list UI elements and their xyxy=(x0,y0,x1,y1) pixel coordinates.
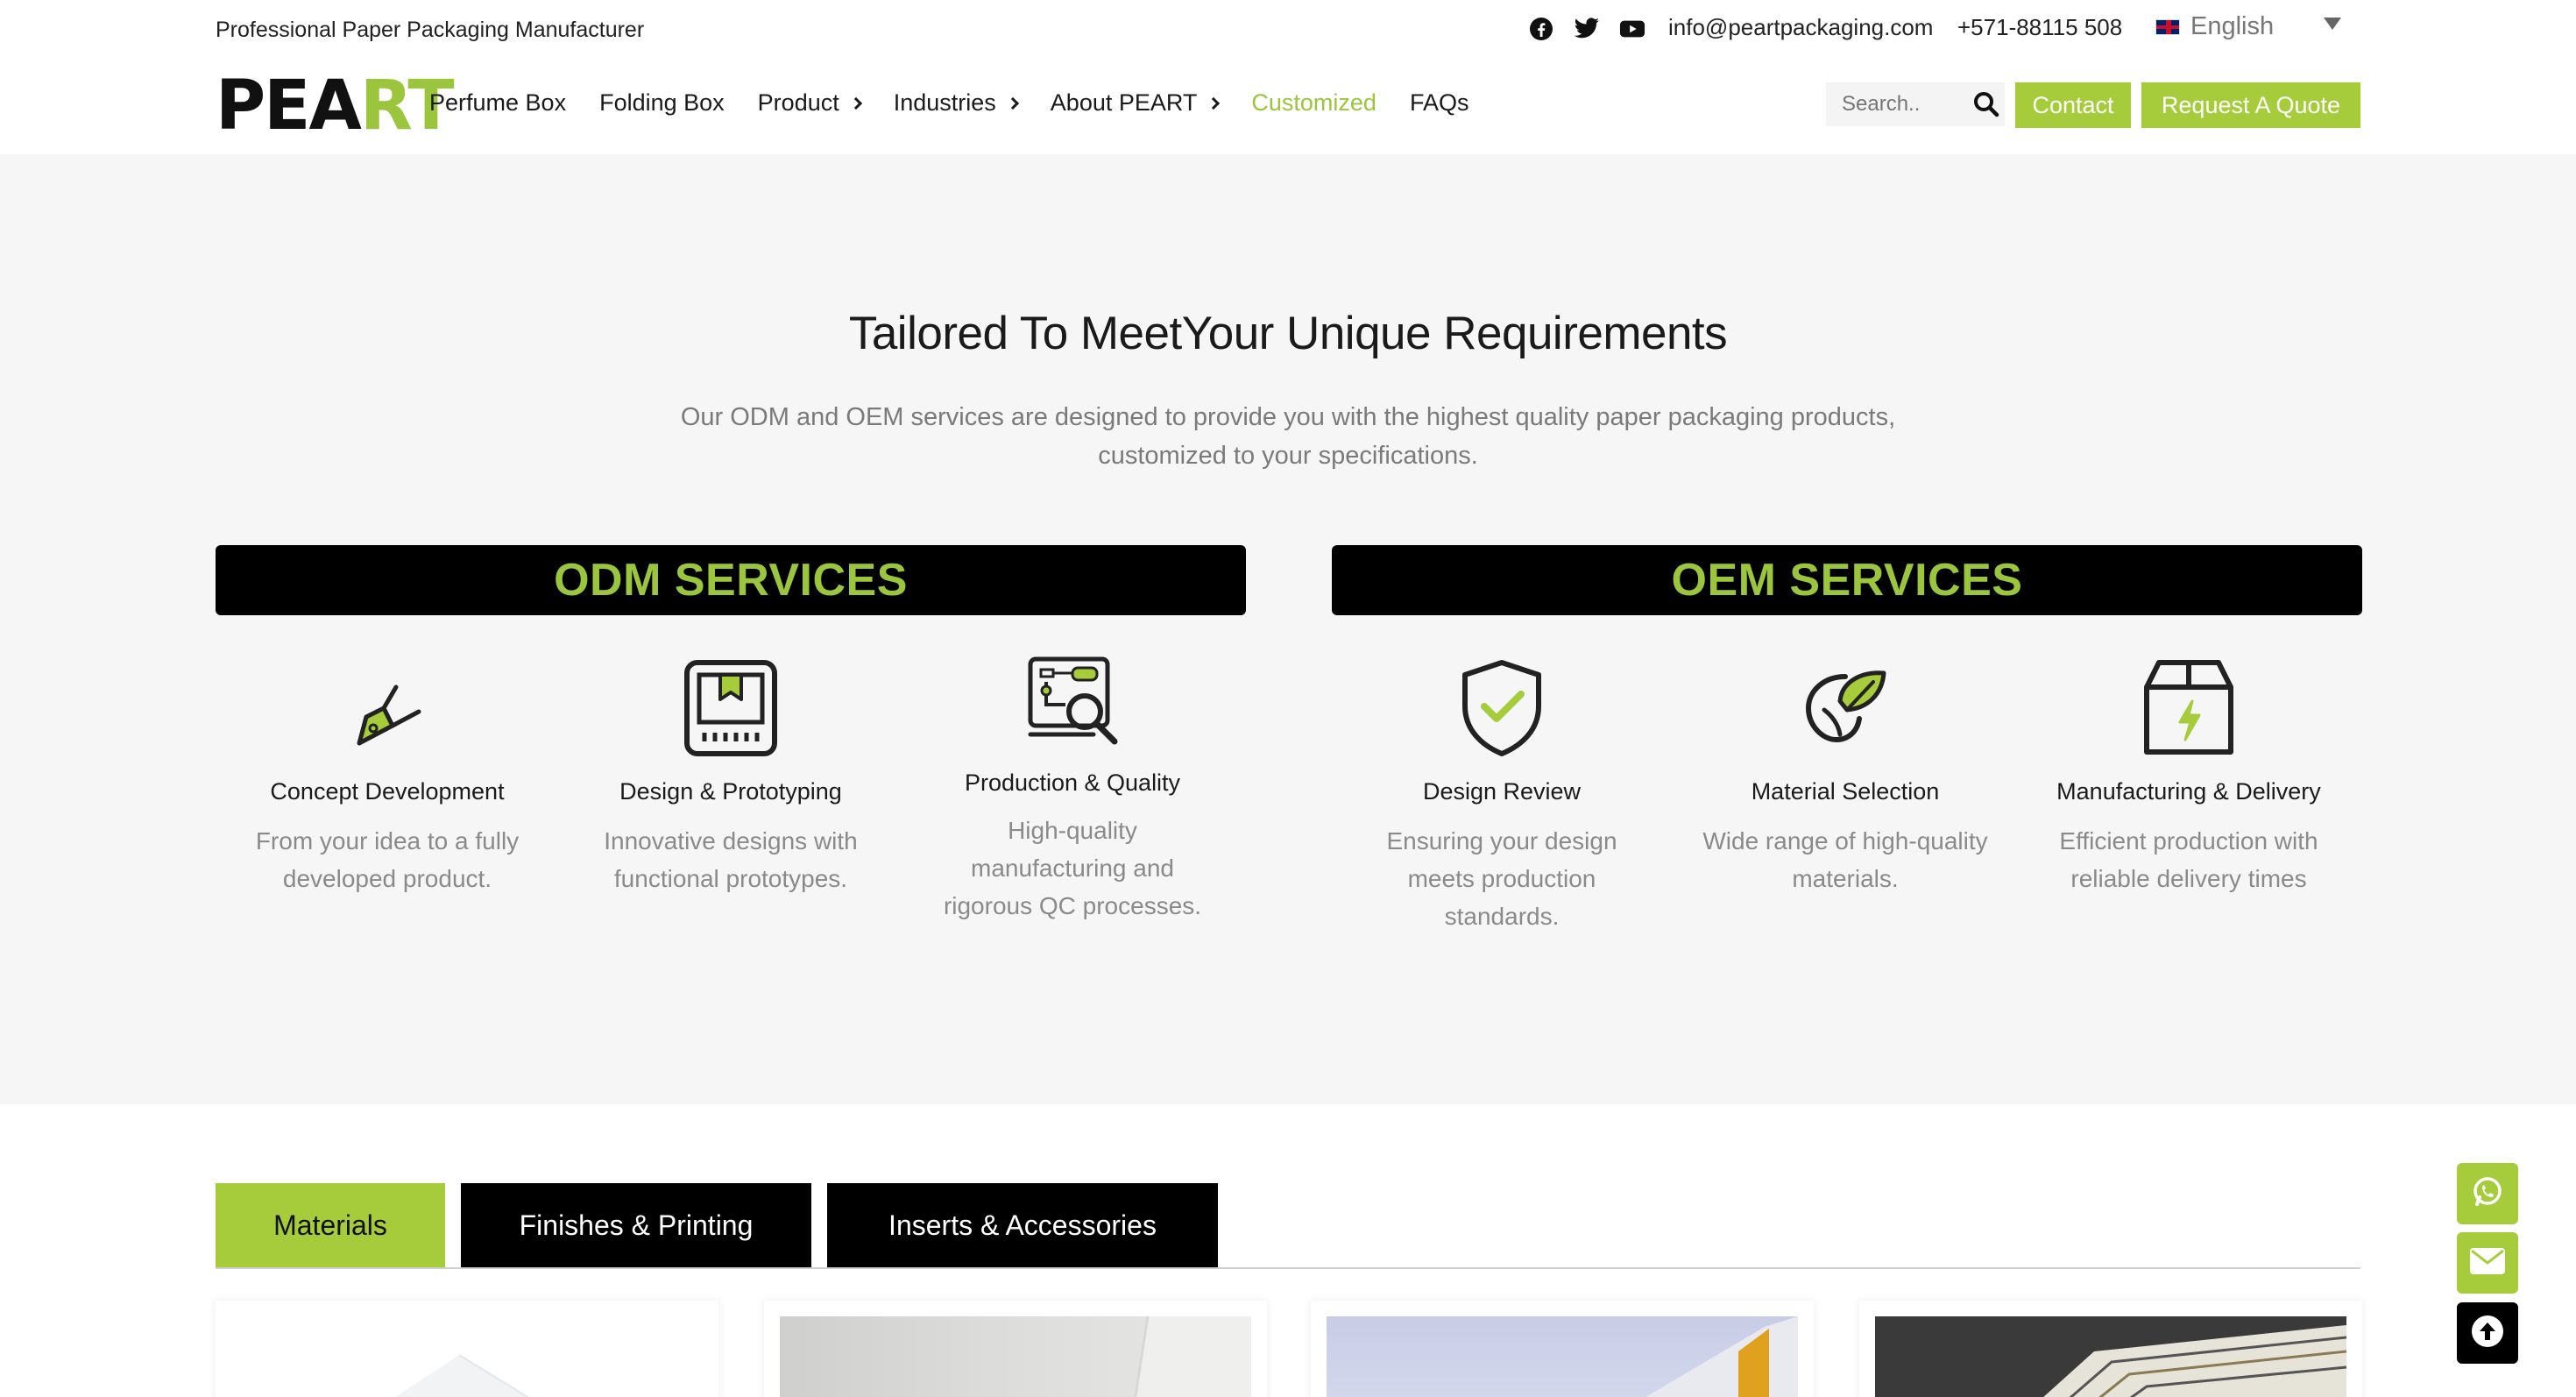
tab-inserts-accessories[interactable]: Inserts & Accessories xyxy=(827,1183,1218,1267)
mail-icon xyxy=(2469,1247,2506,1280)
material-image xyxy=(231,1316,703,1397)
shield-check-icon xyxy=(1449,656,1554,761)
service-desc: Ensuring your design meets production st… xyxy=(1386,827,1617,930)
material-image xyxy=(780,1315,1251,1397)
arrow-up-icon xyxy=(2470,1314,2505,1353)
service-desc: Wide range of high-quality materials. xyxy=(1702,827,1988,892)
twitter-icon[interactable] xyxy=(1574,16,1600,42)
tabs-divider xyxy=(216,1267,2360,1269)
request-quote-button[interactable]: Request A Quote xyxy=(2141,82,2360,128)
quality-inspection-icon xyxy=(1020,650,1125,755)
box-icon xyxy=(2136,656,2241,761)
services-section: Tailored To MeetYour Unique Requirements… xyxy=(0,154,2576,1104)
uk-flag-icon xyxy=(2155,18,2180,35)
search-input[interactable] xyxy=(1826,82,1957,126)
nav-perfume-box[interactable]: Perfume Box xyxy=(429,89,566,117)
nav-customized[interactable]: Customized xyxy=(1251,89,1376,117)
section-intro: Our ODM and OEM services are designed to… xyxy=(680,403,1896,470)
oem-services-heading: OEM SERVICES xyxy=(1332,545,2362,615)
nav-faqs[interactable]: FAQs xyxy=(1410,89,1469,117)
email-button[interactable] xyxy=(2457,1232,2518,1294)
material-image xyxy=(1875,1316,2347,1397)
service-desc: Efficient production with reliable deliv… xyxy=(2059,827,2318,892)
service-desc: From your idea to a fully developed prod… xyxy=(255,827,520,892)
contact-email[interactable]: info@peartpackaging.com xyxy=(1668,14,1933,41)
service-title: Design & Prototyping xyxy=(619,778,842,805)
scroll-top-button[interactable] xyxy=(2457,1302,2518,1364)
primary-nav: Perfume Box Folding Box Product Industri… xyxy=(429,89,1502,117)
top-bar: Professional Paper Packaging Manufacture… xyxy=(0,0,2576,58)
section-title: Tailored To MeetYour Unique Requirements xyxy=(848,308,1728,359)
material-card[interactable] xyxy=(216,1301,718,1397)
chevron-right-icon xyxy=(849,96,862,110)
material-card[interactable] xyxy=(764,1301,1267,1397)
tagline: Professional Paper Packaging Manufacture… xyxy=(216,18,645,42)
chevron-right-icon xyxy=(1207,96,1221,110)
service-title: Production & Quality xyxy=(964,769,1181,796)
nav-folding-box[interactable]: Folding Box xyxy=(599,89,725,117)
nav-industries[interactable]: Industries xyxy=(894,89,1019,117)
service-desc: Innovative designs with functional proto… xyxy=(604,827,858,892)
peart-logo[interactable]: PEART xyxy=(216,72,455,140)
nav-product[interactable]: Product xyxy=(758,89,862,117)
material-tabs: Materials Finishes & Printing Inserts & … xyxy=(216,1183,1218,1267)
youtube-icon[interactable] xyxy=(1619,16,1645,42)
chevron-down-icon[interactable] xyxy=(2324,18,2341,30)
tab-materials[interactable]: Materials xyxy=(216,1183,445,1267)
language-selector[interactable]: English xyxy=(2155,12,2274,41)
whatsapp-icon xyxy=(2470,1174,2505,1214)
tab-finishes-printing[interactable]: Finishes & Printing xyxy=(461,1183,811,1267)
search-icon[interactable] xyxy=(1973,91,1999,122)
language-label: English xyxy=(2190,12,2275,40)
service-desc: High-quality manufacturing and rigorous … xyxy=(943,817,1202,919)
social-links xyxy=(1528,16,1645,42)
search-box xyxy=(1826,82,2005,126)
service-title: Concept Development xyxy=(270,778,505,805)
service-title: Design Review xyxy=(1422,778,1582,805)
contact-phone[interactable]: +571-88115 508 xyxy=(1957,14,2122,41)
facebook-icon[interactable] xyxy=(1528,16,1554,42)
chevron-right-icon xyxy=(1006,96,1019,110)
leaf-icon xyxy=(1793,656,1898,761)
service-title: Material Selection xyxy=(1751,778,1940,805)
material-card[interactable] xyxy=(1311,1301,1814,1397)
material-image xyxy=(1327,1316,1798,1397)
odm-services-heading: ODM SERVICES xyxy=(216,545,1246,615)
blueprint-icon xyxy=(678,656,783,761)
whatsapp-button[interactable] xyxy=(2457,1163,2518,1224)
material-card[interactable] xyxy=(1859,1301,2362,1397)
contact-button[interactable]: Contact xyxy=(2015,82,2131,128)
service-title: Manufacturing & Delivery xyxy=(2056,778,2321,805)
main-navbar: PEART Perfume Box Folding Box Product In… xyxy=(0,58,2576,154)
pen-tool-icon xyxy=(335,656,440,761)
nav-about-peart[interactable]: About PEART xyxy=(1051,89,1221,117)
